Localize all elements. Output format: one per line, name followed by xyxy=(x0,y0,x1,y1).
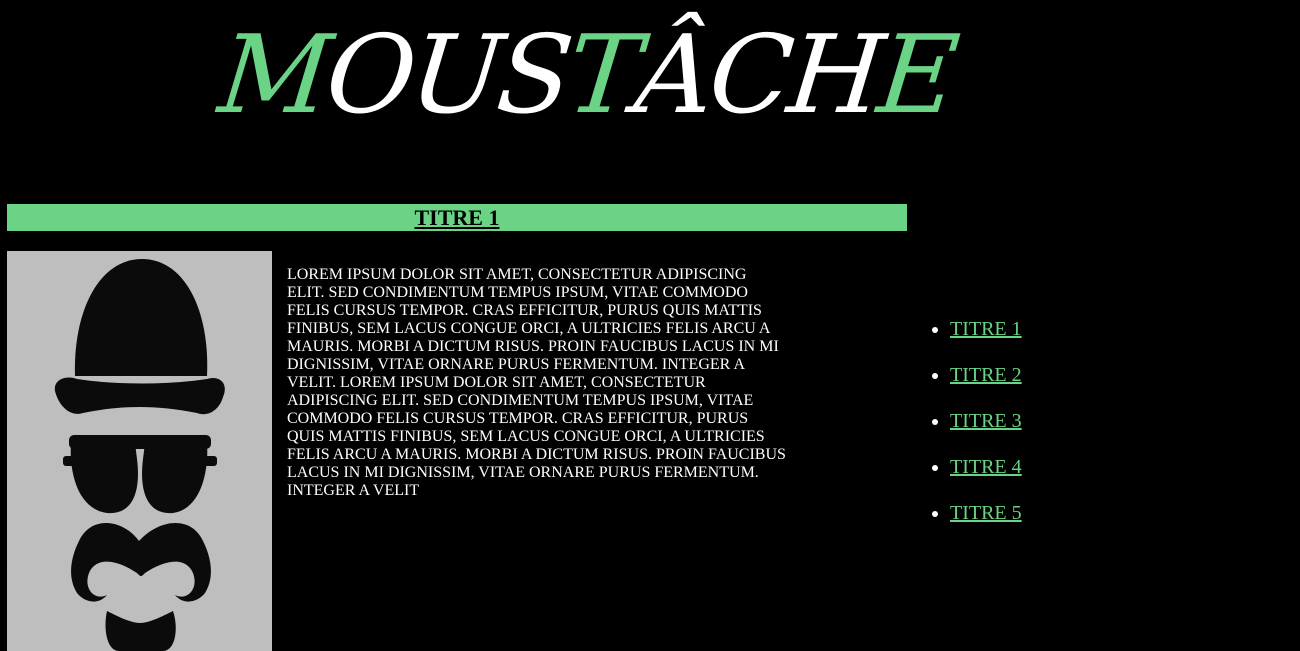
logo-letter: C xyxy=(703,13,796,138)
nav-item: TITRE 2 xyxy=(950,362,1022,408)
nav-link-titre-4[interactable]: TITRE 4 xyxy=(950,456,1022,478)
nav-link-titre-3[interactable]: TITRE 3 xyxy=(950,410,1022,432)
logo-letter: S xyxy=(491,13,575,138)
mustache-gentleman-image xyxy=(7,251,272,651)
side-nav: TITRE 1 TITRE 2 TITRE 3 TITRE 4 TITRE 5 xyxy=(930,316,1022,546)
logo-letter: M xyxy=(213,13,334,138)
section-title: TITRE 1 xyxy=(414,205,500,230)
nav-item: TITRE 4 xyxy=(950,454,1022,500)
logo-letter: H xyxy=(782,13,886,138)
nav-item: TITRE 5 xyxy=(950,500,1022,546)
logo-letter: T xyxy=(561,13,643,138)
section-title-bar: TITRE 1 xyxy=(7,204,907,231)
nav-item: TITRE 3 xyxy=(950,408,1022,454)
logo-letter: O xyxy=(320,13,418,138)
logo-letter: U xyxy=(404,13,505,138)
nav-item: TITRE 1 xyxy=(950,316,1022,362)
body-paragraph: LOREM IPSUM DOLOR SIT AMET, CONSECTETUR … xyxy=(287,266,786,499)
logo-letter: E xyxy=(872,13,961,138)
nav-link-titre-1[interactable]: TITRE 1 xyxy=(950,318,1022,340)
page: MOUSTÂCHE TITRE 1 LOREM IPSUM DOLOR SIT … xyxy=(0,0,1300,651)
nav-link-titre-2[interactable]: TITRE 2 xyxy=(950,364,1022,386)
nav-link-titre-5[interactable]: TITRE 5 xyxy=(950,502,1022,524)
logo-letter: Â xyxy=(629,13,717,138)
site-logo[interactable]: MOUSTÂCHE xyxy=(213,0,1090,138)
